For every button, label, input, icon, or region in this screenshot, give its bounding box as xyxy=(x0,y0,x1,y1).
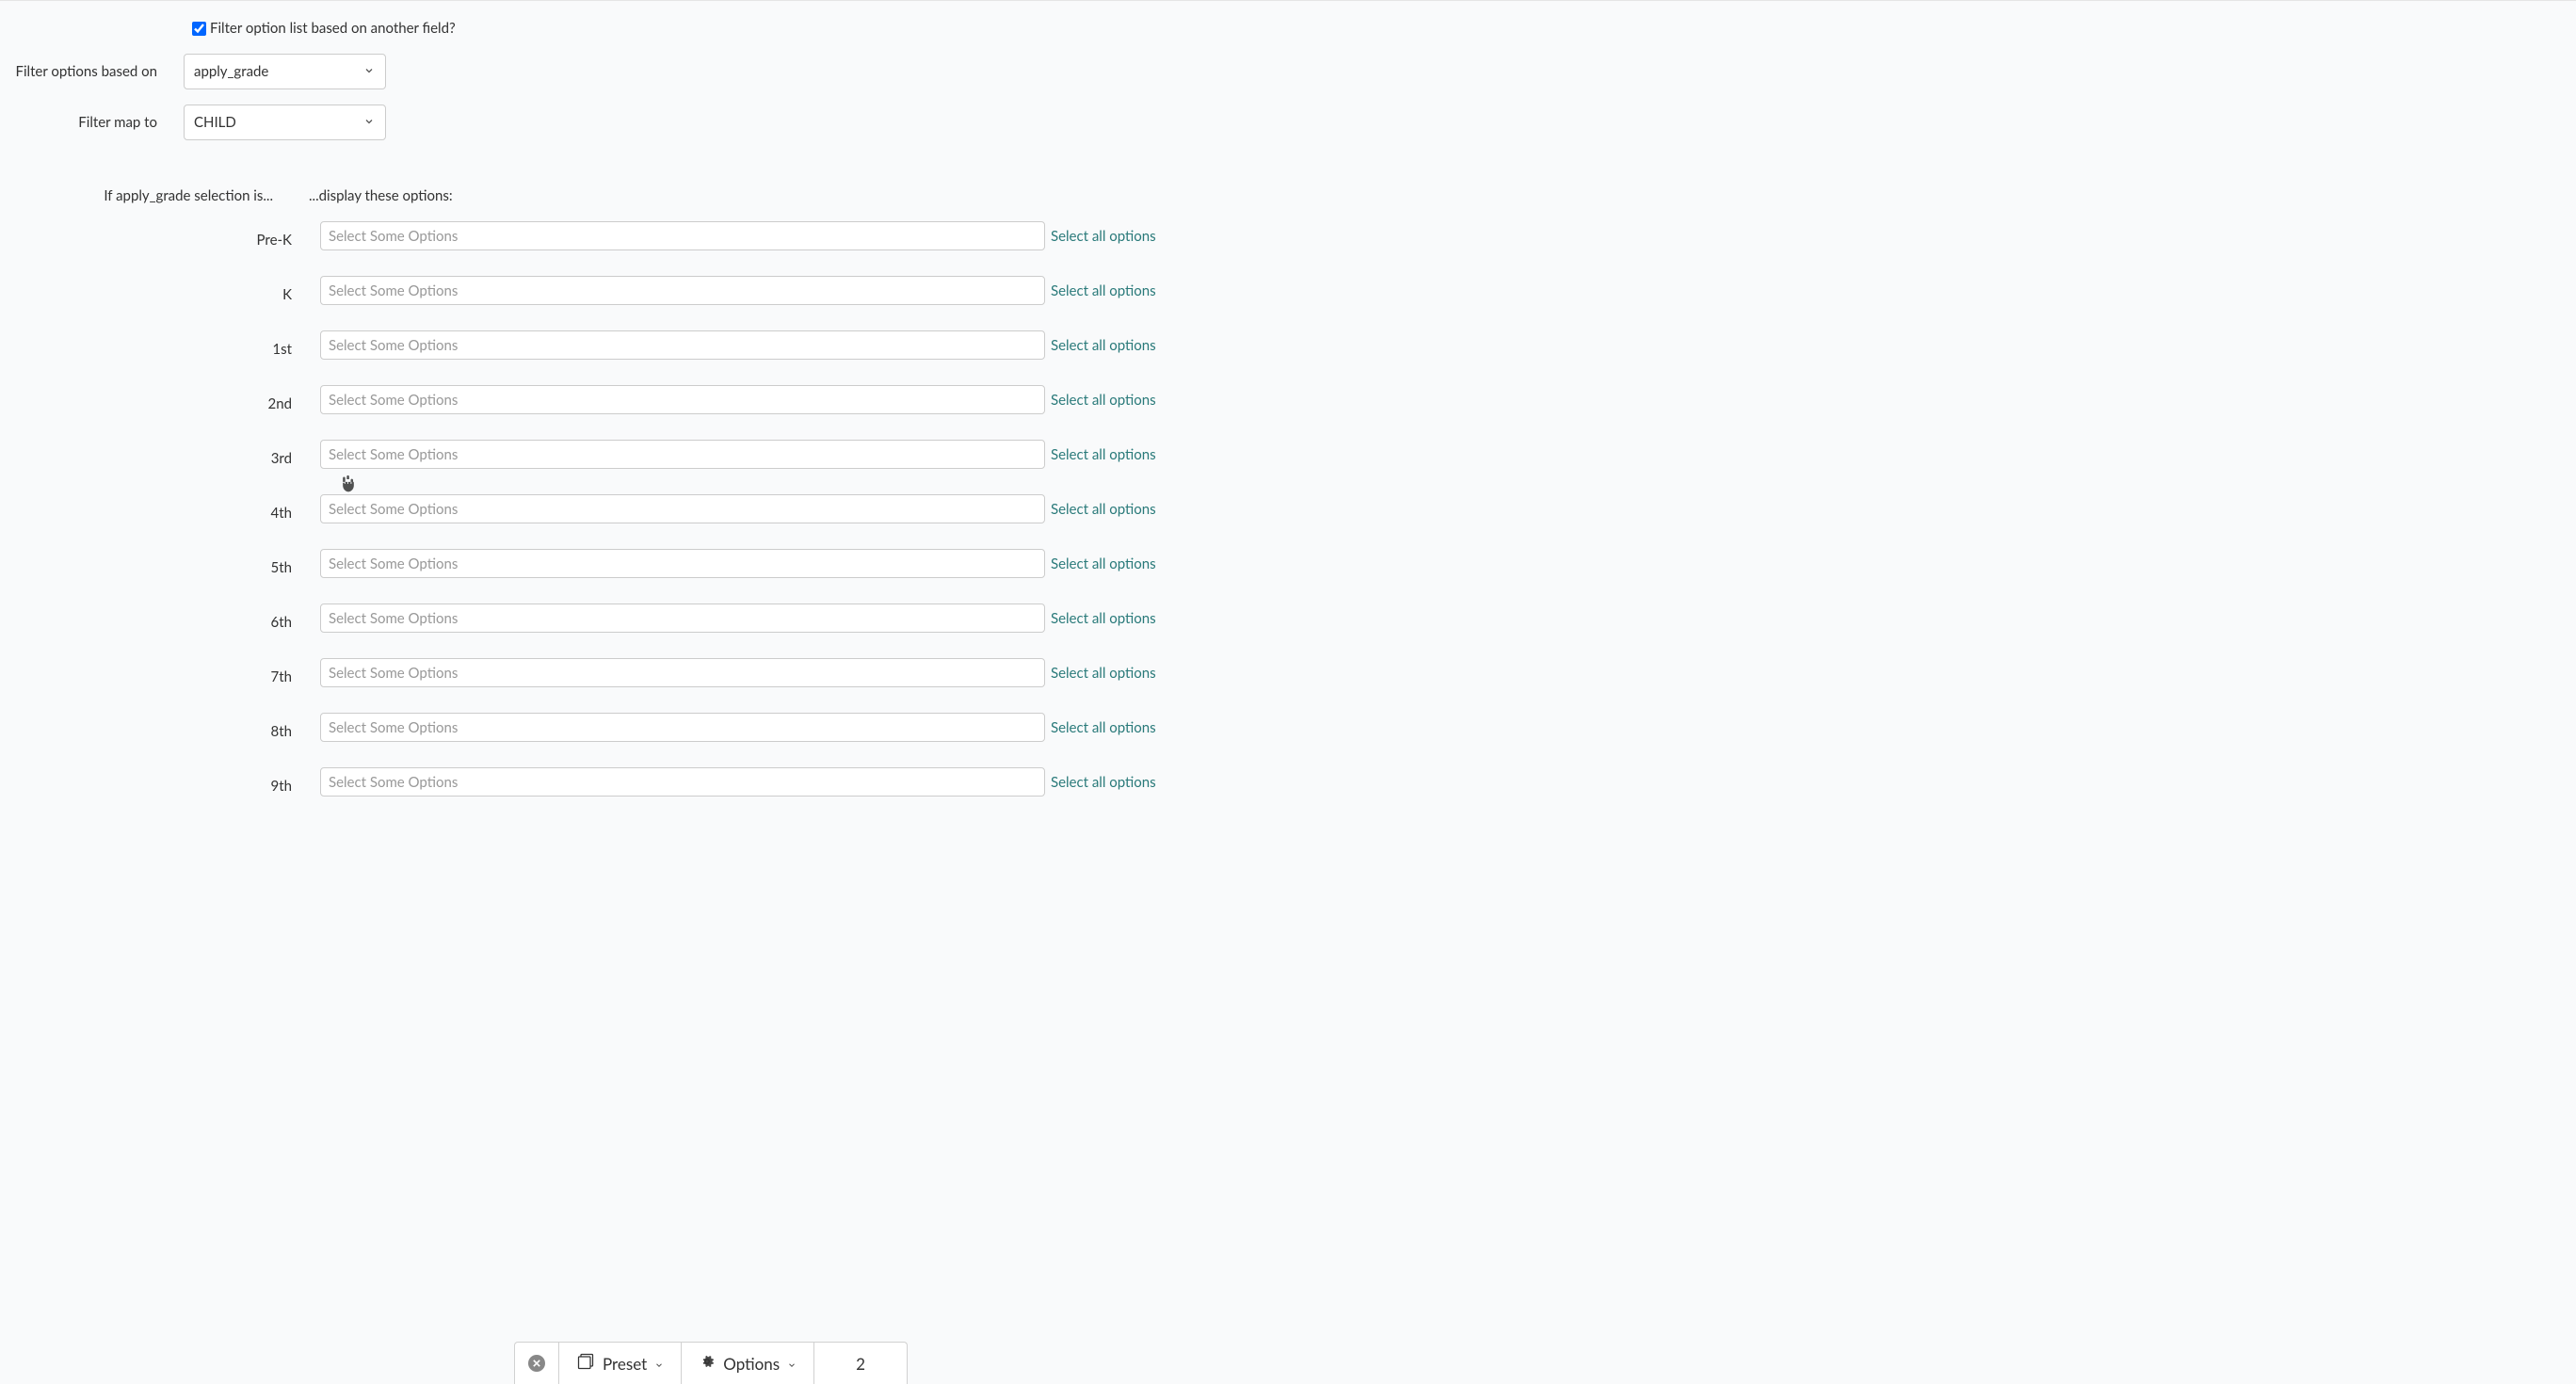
chevron-down-icon xyxy=(787,1354,797,1374)
grade-label: Pre-K xyxy=(0,232,292,249)
filter-option-checkbox[interactable] xyxy=(192,22,206,36)
grade-options-multiselect[interactable]: Select Some Options xyxy=(320,330,1045,360)
toolbar-options-button[interactable]: Options xyxy=(682,1343,814,1384)
select-all-options-link[interactable]: Select all options xyxy=(1051,392,1156,409)
select-all-options-link[interactable]: Select all options xyxy=(1051,446,1156,463)
column-header-options: ...display these options: xyxy=(309,187,453,204)
select-all-options-link[interactable]: Select all options xyxy=(1051,719,1156,736)
toolbar-options-label: Options xyxy=(723,1354,780,1374)
filter-based-on-label: Filter options based on xyxy=(0,63,184,80)
grade-options-multiselect[interactable]: Select Some Options xyxy=(320,658,1045,687)
multiselect-placeholder: Select Some Options xyxy=(329,446,458,463)
filter-map-to-label: Filter map to xyxy=(0,114,184,131)
grade-options-multiselect[interactable]: Select Some Options xyxy=(320,276,1045,305)
multiselect-placeholder: Select Some Options xyxy=(329,665,458,682)
close-icon xyxy=(528,1355,545,1372)
grade-row: K Select Some Options Select all options xyxy=(0,276,1403,305)
grade-row: 1st Select Some Options Select all options xyxy=(0,330,1403,360)
multiselect-placeholder: Select Some Options xyxy=(329,610,458,627)
chevron-down-icon xyxy=(654,1354,664,1374)
select-all-options-link[interactable]: Select all options xyxy=(1051,774,1156,791)
multiselect-placeholder: Select Some Options xyxy=(329,282,458,299)
gear-icon xyxy=(699,1353,716,1374)
grade-label: 9th xyxy=(0,778,292,795)
grade-options-multiselect[interactable]: Select Some Options xyxy=(320,549,1045,578)
select-all-options-link[interactable]: Select all options xyxy=(1051,555,1156,572)
grade-label: 5th xyxy=(0,559,292,576)
grade-label: 3rd xyxy=(0,450,292,467)
grade-label: 2nd xyxy=(0,395,292,412)
grade-row: 9th Select Some Options Select all options xyxy=(0,767,1403,797)
grade-options-multiselect[interactable]: Select Some Options xyxy=(320,221,1045,250)
toolbar-preset-label: Preset xyxy=(603,1354,647,1374)
grade-options-multiselect[interactable]: Select Some Options xyxy=(320,385,1045,414)
multiselect-placeholder: Select Some Options xyxy=(329,228,458,245)
grade-row: 6th Select Some Options Select all options xyxy=(0,603,1403,633)
toolbar-close-button[interactable] xyxy=(515,1343,559,1384)
toolbar-count: 2 xyxy=(814,1343,907,1384)
grade-options-multiselect[interactable]: Select Some Options xyxy=(320,440,1045,469)
grade-row: 5th Select Some Options Select all options xyxy=(0,549,1403,578)
grade-options-multiselect[interactable]: Select Some Options xyxy=(320,713,1045,742)
multiselect-placeholder: Select Some Options xyxy=(329,555,458,572)
select-all-options-link[interactable]: Select all options xyxy=(1051,610,1156,627)
column-header-condition: If apply_grade selection is... xyxy=(0,187,292,204)
toolbar-count-value: 2 xyxy=(856,1354,865,1374)
filter-map-to-select[interactable]: CHILD xyxy=(184,105,386,140)
grade-row: 8th Select Some Options Select all options xyxy=(0,713,1403,742)
grade-row: 7th Select Some Options Select all options xyxy=(0,658,1403,687)
filter-based-on-value: apply_grade xyxy=(194,63,268,80)
filter-map-to-value: CHILD xyxy=(194,114,236,131)
select-all-options-link[interactable]: Select all options xyxy=(1051,337,1156,354)
multiselect-placeholder: Select Some Options xyxy=(329,501,458,518)
select-all-options-link[interactable]: Select all options xyxy=(1051,228,1156,245)
bottom-toolbar: Preset Options 2 xyxy=(514,1342,908,1384)
multiselect-placeholder: Select Some Options xyxy=(329,337,458,354)
select-all-options-link[interactable]: Select all options xyxy=(1051,665,1156,682)
filter-based-on-select[interactable]: apply_grade xyxy=(184,54,386,89)
grade-options-multiselect[interactable]: Select Some Options xyxy=(320,603,1045,633)
grade-label: 1st xyxy=(0,341,292,358)
grade-row: 3rd Select Some Options Select all options xyxy=(0,440,1403,469)
toolbar-preset-button[interactable]: Preset xyxy=(559,1343,682,1384)
grade-row: Pre-K Select Some Options Select all optio… xyxy=(0,221,1403,250)
multiselect-placeholder: Select Some Options xyxy=(329,719,458,736)
grade-label: 8th xyxy=(0,723,292,740)
grade-label: 6th xyxy=(0,614,292,631)
grade-row: 2nd Select Some Options Select all options xyxy=(0,385,1403,414)
grade-label: K xyxy=(0,286,292,303)
select-all-options-link[interactable]: Select all options xyxy=(1051,282,1156,299)
grade-row: 4th Select Some Options Select all options xyxy=(0,494,1403,523)
grade-label: 4th xyxy=(0,505,292,522)
preset-icon xyxy=(576,1352,595,1375)
grade-options-multiselect[interactable]: Select Some Options xyxy=(320,767,1045,797)
select-all-options-link[interactable]: Select all options xyxy=(1051,501,1156,518)
grade-options-multiselect[interactable]: Select Some Options xyxy=(320,494,1045,523)
grade-label: 7th xyxy=(0,668,292,685)
multiselect-placeholder: Select Some Options xyxy=(329,774,458,791)
multiselect-placeholder: Select Some Options xyxy=(329,392,458,409)
filter-option-checkbox-label: Filter option list based on another fiel… xyxy=(210,20,456,37)
